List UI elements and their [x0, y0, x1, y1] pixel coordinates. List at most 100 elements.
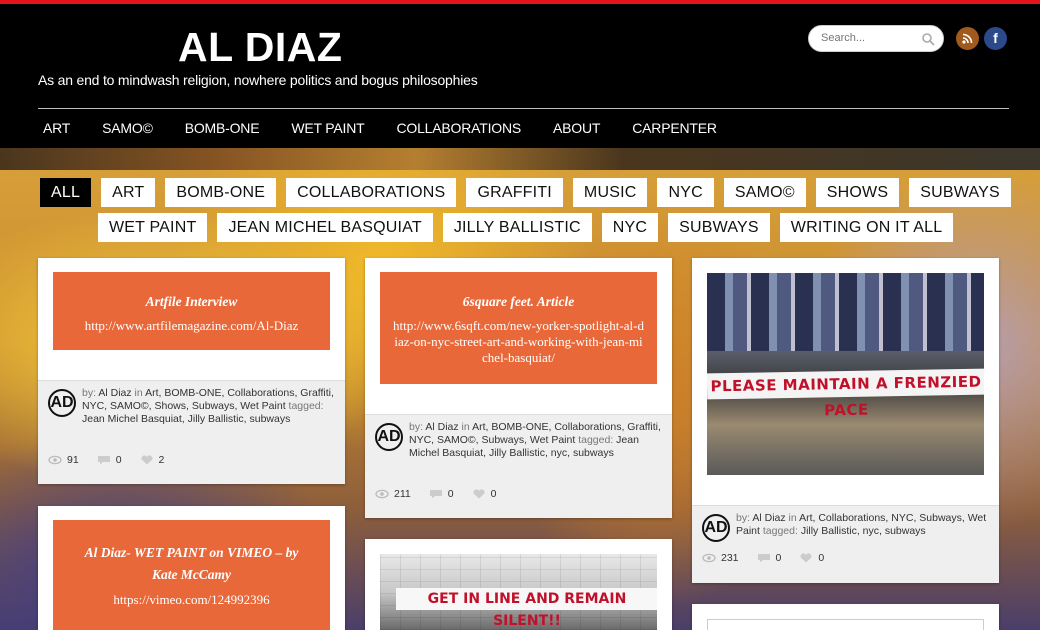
by-label: by:: [82, 387, 99, 399]
eye-icon: [375, 489, 389, 499]
subway-crowd-photo-area: [707, 273, 984, 351]
main-nav: ART SAMO© BOMB-ONE WET PAINT COLLABORATI…: [43, 120, 749, 136]
post-card-frenzied-pace[interactable]: PLEASE MAINTAIN A FRENZIED PACE AD by: A…: [692, 258, 999, 583]
post-meta: AD by: Al Diaz in Art, Collaborations, N…: [692, 505, 999, 583]
nav-item-wet-paint[interactable]: WET PAINT: [291, 120, 364, 136]
heart-icon: [800, 553, 812, 563]
post-link-box[interactable]: Al Diaz- WET PAINT on VIMEO – by Kate Mc…: [53, 520, 330, 630]
comments-stat[interactable]: 0: [757, 552, 782, 564]
post-card-6sqft[interactable]: 6square feet. Article http://www.6sqft.c…: [365, 258, 672, 518]
filter-row-1: ALL ART BOMB-ONE COLLABORATIONS GRAFFITI…: [40, 178, 1011, 207]
comment-icon: [429, 490, 442, 499]
post-card-artfile[interactable]: Artfile Interview http://www.artfilemaga…: [38, 258, 345, 484]
search-input[interactable]: [821, 32, 921, 44]
views-stat: 211: [375, 488, 411, 500]
site-tagline: As an end to mindwash religion, nowhere …: [38, 72, 478, 88]
comments-stat[interactable]: 0: [97, 454, 122, 466]
post-stats: 211 0 0: [375, 488, 496, 500]
filter-wet-paint[interactable]: WET PAINT: [98, 213, 208, 242]
eye-icon: [702, 553, 716, 563]
filter-graffiti[interactable]: GRAFFITI: [466, 178, 563, 207]
post-url[interactable]: http://www.6sqft.com/new-yorker-spotligh…: [392, 318, 645, 366]
post-title[interactable]: 6square feet. Article: [392, 294, 645, 310]
nav-item-art[interactable]: ART: [43, 120, 70, 136]
filter-collaborations[interactable]: COLLABORATIONS: [286, 178, 457, 207]
post-photo[interactable]: PLEASE MAINTAIN A FRENZIED PACE: [707, 273, 984, 475]
post-link-box[interactable]: Artfile Interview http://www.artfilemaga…: [53, 272, 330, 350]
post-stats: 231 0 0: [702, 552, 824, 564]
filter-writing-on-it-all[interactable]: WRITING ON IT ALL: [779, 213, 954, 242]
search-box[interactable]: [808, 25, 944, 52]
heart-icon: [141, 455, 153, 465]
comments-count: 0: [447, 488, 454, 500]
author-avatar[interactable]: AD: [48, 389, 76, 417]
filter-subways-2[interactable]: SUBWAYS: [668, 213, 770, 242]
filter-bomb-one[interactable]: BOMB-ONE: [165, 178, 277, 207]
nav-divider: [38, 108, 1009, 109]
comments-count: 0: [775, 552, 782, 564]
likes-count: 0: [818, 552, 825, 564]
nav-item-collaborations[interactable]: COLLABORATIONS: [396, 120, 521, 136]
tag-links[interactable]: Jean Michel Basquiat, Jilly Ballistic, s…: [82, 413, 290, 425]
post-meta: AD by: Al Diaz in Art, BOMB-ONE, Collabo…: [38, 380, 345, 484]
post-url[interactable]: https://vimeo.com/124992396: [71, 592, 312, 608]
filter-nyc[interactable]: NYC: [657, 178, 714, 207]
views-stat: 231: [702, 552, 739, 564]
likes-stat[interactable]: 0: [799, 552, 824, 564]
author-avatar[interactable]: AD: [702, 514, 730, 542]
author-link[interactable]: Al Diaz: [98, 387, 134, 399]
in-label: in: [461, 421, 473, 433]
likes-stat[interactable]: 2: [140, 454, 165, 466]
post-card-remain-silent[interactable]: GET IN LINE AND REMAIN SILENT!!: [365, 539, 672, 630]
site-title[interactable]: AL DIAZ: [178, 24, 342, 71]
eye-icon: [48, 455, 62, 465]
tagged-label: tagged:: [578, 434, 617, 446]
post-card-partial[interactable]: [692, 604, 999, 630]
author-avatar[interactable]: AD: [375, 423, 403, 451]
post-photo[interactable]: GET IN LINE AND REMAIN SILENT!!: [380, 554, 657, 630]
heart-icon: [473, 489, 485, 499]
post-title[interactable]: Al Diaz- WET PAINT on VIMEO – by Kate Mc…: [71, 542, 312, 586]
filter-nyc-2[interactable]: NYC: [601, 213, 659, 242]
views-stat: 91: [48, 454, 79, 466]
post-meta: AD by: Al Diaz in Art, BOMB-ONE, Collabo…: [365, 414, 672, 518]
post-link-box[interactable]: 6square feet. Article http://www.6sqft.c…: [380, 272, 657, 384]
comments-count: 0: [115, 454, 122, 466]
tagged-label: tagged:: [762, 525, 801, 537]
nav-item-about[interactable]: ABOUT: [553, 120, 600, 136]
author-link[interactable]: Al Diaz: [425, 421, 461, 433]
nav-item-bomb-one[interactable]: BOMB-ONE: [185, 120, 260, 136]
filter-jean-michel-basquiat[interactable]: JEAN MICHEL BASQUIAT: [217, 213, 433, 242]
post-title[interactable]: Artfile Interview: [53, 294, 330, 310]
filter-shows[interactable]: SHOWS: [815, 178, 900, 207]
nav-item-carpenter[interactable]: CARPENTER: [632, 120, 717, 136]
nav-item-samo[interactable]: SAMO©: [102, 120, 153, 136]
background-stripe: [0, 148, 1040, 170]
author-link[interactable]: Al Diaz: [752, 512, 788, 524]
filter-music[interactable]: MUSIC: [572, 178, 648, 207]
post-stats: 91 0 2: [48, 454, 164, 466]
post-card-vimeo[interactable]: Al Diaz- WET PAINT on VIMEO – by Kate Mc…: [38, 506, 345, 630]
filter-samo[interactable]: SAMO©: [723, 178, 806, 207]
views-count: 231: [721, 552, 739, 564]
comments-stat[interactable]: 0: [429, 488, 454, 500]
tag-links[interactable]: Jilly Ballistic, nyc, subways: [801, 525, 926, 537]
partial-content: [707, 619, 984, 630]
views-count: 91: [67, 454, 79, 466]
by-label: by:: [409, 421, 426, 433]
sticker-text: PLEASE MAINTAIN A FRENZIED PACE: [707, 368, 984, 419]
post-url[interactable]: http://www.artfilemagazine.com/Al-Diaz: [53, 318, 330, 334]
rss-icon[interactable]: [956, 27, 979, 50]
facebook-icon[interactable]: f: [984, 27, 1007, 50]
likes-count: 2: [158, 454, 165, 466]
filter-jilly-ballistic[interactable]: JILLY BALLISTIC: [442, 213, 592, 242]
site-header: AL DIAZ As an end to mindwash religion, …: [0, 4, 1040, 148]
search-icon[interactable]: [921, 32, 935, 46]
filter-row-2: WET PAINT JEAN MICHEL BASQUIAT JILLY BAL…: [98, 213, 954, 242]
filter-art[interactable]: ART: [101, 178, 156, 207]
filter-all[interactable]: ALL: [40, 178, 92, 207]
in-label: in: [788, 512, 800, 524]
filter-subways[interactable]: SUBWAYS: [909, 178, 1011, 207]
likes-count: 0: [490, 488, 497, 500]
likes-stat[interactable]: 0: [472, 488, 497, 500]
